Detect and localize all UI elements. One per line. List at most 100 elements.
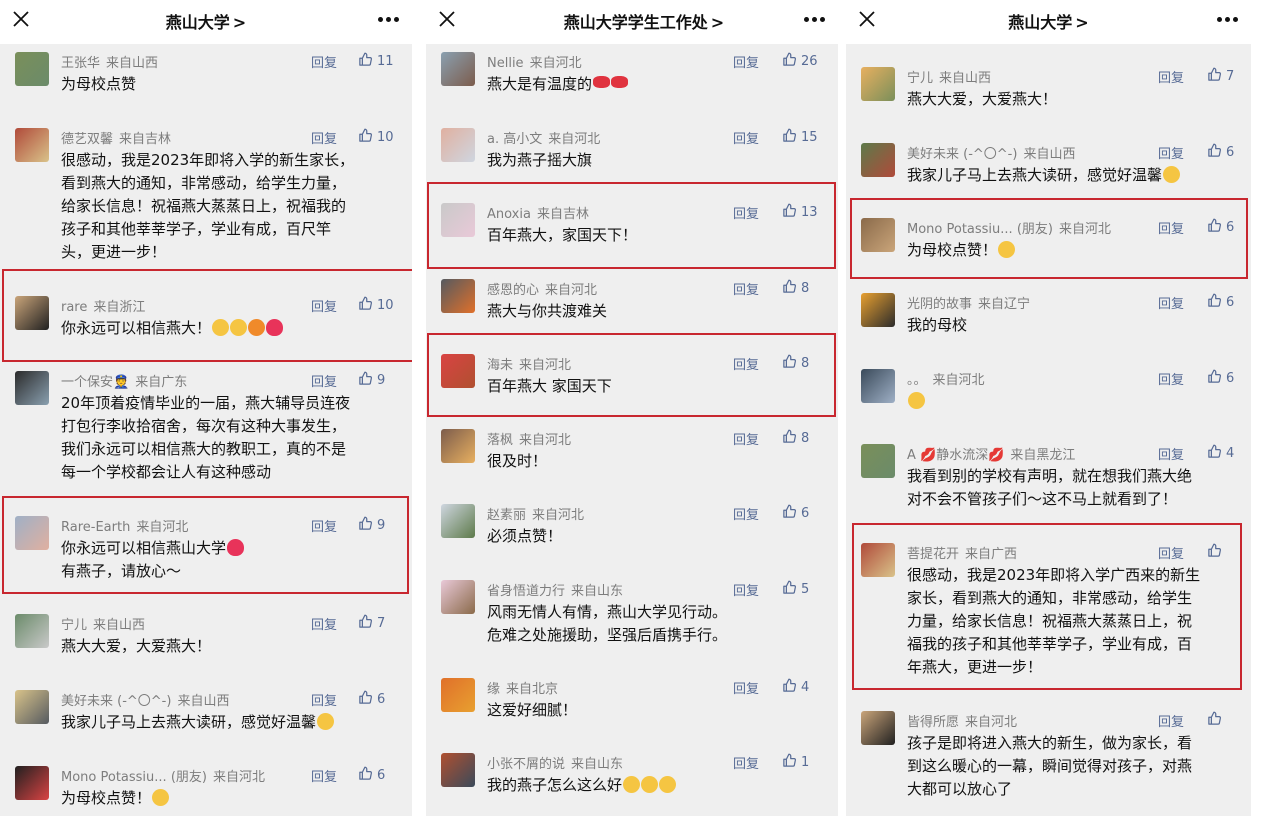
reply-button[interactable]: 回复 — [1158, 543, 1184, 562]
like-button[interactable]: 11 — [358, 52, 394, 69]
avatar[interactable] — [15, 690, 49, 724]
commenter-name[interactable]: 感恩的心 — [487, 283, 539, 298]
like-button[interactable]: 9 — [358, 516, 385, 533]
like-button[interactable]: 26 — [782, 52, 818, 69]
commenter-name[interactable]: 美好未来 (-^〇^-) — [907, 147, 1017, 162]
reply-button[interactable]: 回复 — [311, 371, 337, 390]
reply-button[interactable]: 回复 — [733, 128, 759, 147]
reply-button[interactable]: 回复 — [311, 128, 337, 147]
like-button[interactable]: 5 — [782, 580, 809, 597]
avatar[interactable] — [441, 128, 475, 162]
commenter-name[interactable]: Anoxia — [487, 207, 531, 222]
avatar[interactable] — [441, 678, 475, 712]
like-button[interactable]: 6 — [358, 766, 385, 783]
like-button[interactable]: 7 — [1207, 67, 1234, 84]
commenter-name[interactable]: 美好未来 (-^〇^-) — [61, 694, 171, 709]
more-icon[interactable] — [804, 17, 825, 23]
avatar[interactable] — [861, 218, 895, 252]
commenter-name[interactable]: A 💋静水流深💋 — [907, 448, 1004, 463]
commenter-name[interactable]: 。。 — [907, 373, 927, 388]
commenter-name[interactable]: Nellie — [487, 56, 524, 71]
reply-button[interactable]: 回复 — [311, 52, 337, 71]
avatar[interactable] — [861, 293, 895, 327]
page-title[interactable]: 燕山大学 > — [0, 9, 412, 33]
reply-button[interactable]: 回复 — [1158, 444, 1184, 463]
reply-button[interactable]: 回复 — [311, 690, 337, 709]
like-button[interactable]: 10 — [358, 296, 394, 313]
commenter-name[interactable]: Mono Potassiu... (朋友) — [61, 770, 207, 785]
commenter-name[interactable]: a. 高小文 — [487, 132, 542, 147]
page-title[interactable]: 燕山大学学生工作处 > — [426, 9, 838, 33]
reply-button[interactable]: 回复 — [733, 429, 759, 448]
reply-button[interactable]: 回复 — [733, 678, 759, 697]
commenter-name[interactable]: 赵素丽 — [487, 508, 526, 523]
avatar[interactable] — [441, 203, 475, 237]
avatar[interactable] — [861, 711, 895, 745]
commenter-name[interactable]: 王张华 — [61, 56, 100, 71]
commenter-name[interactable]: rare — [61, 300, 87, 315]
like-button[interactable]: 4 — [1207, 444, 1234, 461]
avatar[interactable] — [441, 52, 475, 86]
avatar[interactable] — [15, 371, 49, 405]
like-button[interactable]: 13 — [782, 203, 818, 220]
avatar[interactable] — [441, 504, 475, 538]
avatar[interactable] — [15, 128, 49, 162]
commenter-name[interactable]: Rare-Earth — [61, 520, 130, 535]
reply-button[interactable]: 回复 — [733, 580, 759, 599]
avatar[interactable] — [441, 279, 475, 313]
commenter-name[interactable]: 海未 — [487, 358, 513, 373]
commenter-name[interactable]: 一个保安👮 — [61, 375, 129, 390]
like-button[interactable]: 10 — [358, 128, 394, 145]
avatar[interactable] — [15, 766, 49, 800]
like-button[interactable] — [1207, 543, 1226, 560]
avatar[interactable] — [15, 614, 49, 648]
avatar[interactable] — [15, 52, 49, 86]
page-title[interactable]: 燕山大学 > — [846, 9, 1251, 33]
avatar[interactable] — [861, 444, 895, 478]
commenter-name[interactable]: 省身悟道力行 — [487, 584, 565, 599]
commenter-name[interactable]: 菩提花开 — [907, 547, 959, 562]
reply-button[interactable]: 回复 — [733, 279, 759, 298]
avatar[interactable] — [441, 753, 475, 787]
like-button[interactable]: 9 — [358, 371, 385, 388]
commenter-name[interactable]: 皆得所愿 — [907, 715, 959, 730]
like-button[interactable]: 6 — [1207, 369, 1234, 386]
reply-button[interactable]: 回复 — [311, 296, 337, 315]
reply-button[interactable]: 回复 — [733, 52, 759, 71]
commenter-name[interactable]: 落枫 — [487, 433, 513, 448]
like-button[interactable]: 4 — [782, 678, 809, 695]
avatar[interactable] — [441, 580, 475, 614]
commenter-name[interactable]: 宁儿 — [907, 71, 933, 86]
like-button[interactable]: 8 — [782, 354, 809, 371]
commenter-name[interactable]: Mono Potassiu... (朋友) — [907, 222, 1053, 237]
like-button[interactable]: 6 — [1207, 218, 1234, 235]
like-button[interactable]: 8 — [782, 279, 809, 296]
more-icon[interactable] — [378, 17, 399, 23]
more-icon[interactable] — [1217, 17, 1238, 23]
reply-button[interactable]: 回复 — [733, 354, 759, 373]
avatar[interactable] — [861, 543, 895, 577]
reply-button[interactable]: 回复 — [733, 203, 759, 222]
reply-button[interactable]: 回复 — [311, 516, 337, 535]
reply-button[interactable]: 回复 — [1158, 143, 1184, 162]
like-button[interactable]: 6 — [358, 690, 385, 707]
commenter-name[interactable]: 缘 — [487, 682, 500, 697]
avatar[interactable] — [15, 516, 49, 550]
avatar[interactable] — [441, 429, 475, 463]
reply-button[interactable]: 回复 — [1158, 369, 1184, 388]
reply-button[interactable]: 回复 — [733, 504, 759, 523]
like-button[interactable]: 1 — [782, 753, 809, 770]
avatar[interactable] — [441, 354, 475, 388]
like-button[interactable]: 6 — [782, 504, 809, 521]
commenter-name[interactable]: 小张不屑的说 — [487, 757, 565, 772]
avatar[interactable] — [861, 67, 895, 101]
avatar[interactable] — [15, 296, 49, 330]
reply-button[interactable]: 回复 — [1158, 711, 1184, 730]
reply-button[interactable]: 回复 — [1158, 67, 1184, 86]
commenter-name[interactable]: 宁儿 — [61, 618, 87, 633]
like-button[interactable]: 15 — [782, 128, 818, 145]
avatar[interactable] — [861, 369, 895, 403]
reply-button[interactable]: 回复 — [311, 766, 337, 785]
like-button[interactable]: 8 — [782, 429, 809, 446]
reply-button[interactable]: 回复 — [311, 614, 337, 633]
